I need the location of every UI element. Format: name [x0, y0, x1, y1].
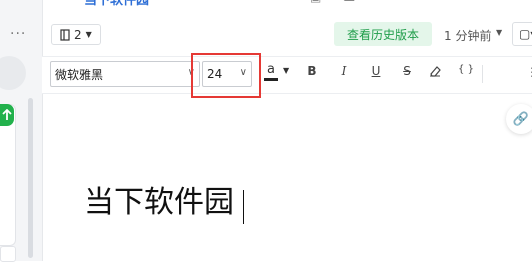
code-button[interactable]: { } [456, 64, 476, 75]
font-color-swatch [264, 78, 278, 81]
collaborator-icon[interactable]: ♟ [420, 0, 433, 4]
share-icon[interactable]: ⋖ [482, 0, 498, 4]
chevron-down-icon: ▼ [85, 30, 92, 39]
font-size-value: 24 [207, 67, 223, 81]
toolbar-divider [482, 65, 483, 83]
avatar[interactable] [0, 56, 26, 90]
eraser-button[interactable] [428, 64, 444, 78]
cloud-icon[interactable]: ☁ [343, 0, 355, 4]
sidebar-bottom-button[interactable] [0, 246, 16, 262]
chevron-down-icon[interactable]: ▼ [283, 66, 289, 75]
font-family-select[interactable]: 微软雅黑 ∨ [50, 61, 200, 87]
eraser-icon [430, 66, 441, 77]
bold-button[interactable]: B [304, 64, 320, 78]
chevron-down-icon: ∨ [187, 67, 195, 78]
left-sidebar: ··· [0, 0, 43, 262]
sidebar-scrollbar[interactable] [28, 98, 33, 258]
font-family-value: 微软雅黑 [55, 67, 104, 82]
page-number: 2 [74, 27, 82, 42]
document-title[interactable]: 当下软件园 [84, 0, 149, 8]
italic-button[interactable]: I [336, 64, 352, 78]
chevron-down-icon: ∨ [239, 67, 247, 78]
link-icon: 🔗 [512, 111, 530, 127]
arrow-up-icon [2, 109, 12, 120]
upload-badge[interactable] [0, 104, 14, 126]
underline-button[interactable]: U [368, 64, 384, 78]
redo-icon[interactable]: ↷ [262, 0, 272, 4]
page-icon [60, 28, 70, 41]
document-body-text[interactable]: 当下软件园 [84, 183, 234, 223]
font-color-letter: a [267, 62, 275, 77]
page-selector[interactable]: 2 ▼ [51, 24, 101, 45]
link-button[interactable]: 🔗 [506, 104, 532, 134]
chevron-down-icon[interactable]: ▼ [496, 28, 502, 37]
more-menu-button[interactable]: ··· [10, 27, 26, 41]
more-tools-button[interactable]: ⋮⋮ [526, 65, 532, 79]
format-toolbar: 微软雅黑 ∨ 24 ∨ a ▼ B I U S { } ⋮⋮ [42, 53, 532, 98]
view-history-button[interactable]: 查看历史版本 [334, 22, 432, 46]
text-cursor [243, 190, 244, 224]
font-color-button[interactable]: a [263, 62, 279, 81]
panel-toggle-button[interactable]: ▢▾ [512, 22, 532, 46]
undo-icon[interactable]: ↶ [230, 0, 240, 4]
font-size-select[interactable]: 24 ∨ [202, 61, 252, 87]
last-saved-time[interactable]: 1 分钟前 [444, 27, 491, 44]
strikethrough-button[interactable]: S [399, 64, 415, 78]
save-icon[interactable]: ▣ [310, 0, 321, 4]
